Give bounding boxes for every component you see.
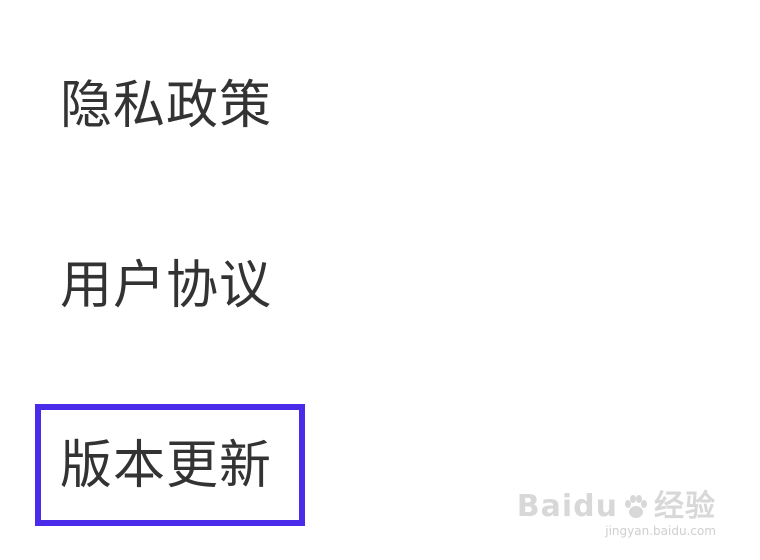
settings-menu: 隐私政策 用户协议 版本更新 [0,0,760,560]
menu-item-user-agreement[interactable]: 用户协议 [60,256,272,316]
menu-item-version-update[interactable]: 版本更新 [60,436,272,496]
menu-item-label: 用户协议 [60,256,273,316]
menu-item-label: 隐私政策 [60,76,273,136]
menu-item-label: 版本更新 [60,436,273,496]
menu-item-privacy-policy[interactable]: 隐私政策 [60,76,272,136]
